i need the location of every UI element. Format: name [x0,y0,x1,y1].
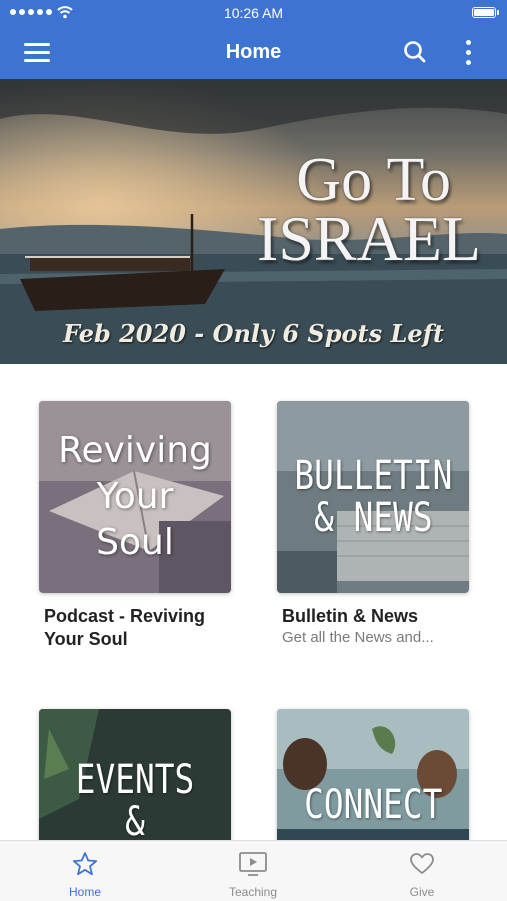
tile-bulletin-news[interactable]: BULLETIN & NEWS Bulletin & News Get all … [277,401,469,646]
tile-caption-line: Soul [96,522,174,564]
tab-teaching[interactable]: Teaching [193,841,313,901]
status-time: 10:26 AM [223,5,284,21]
tile-caption-line: EVENTS [75,757,195,803]
tile-caption-line: Reviving [58,429,212,471]
banner-title-line1: Go To [296,146,451,214]
more-vertical-icon[interactable] [458,37,478,69]
banner-title: Go To ISRAEL [181,149,481,271]
status-bar: 10:26 AM [0,0,507,26]
navigation-bar: Home [0,26,507,79]
tile-image: Reviving Your Soul [39,401,231,593]
heart-icon [410,853,434,874]
tv-play-icon [239,852,267,876]
tab-give[interactable]: Give [362,841,482,901]
tile-caption-line: BULLETIN [294,453,452,499]
tile-caption-line: CONNECT [303,782,443,828]
tile-image-caption: Reviving Your Soul [39,401,231,593]
header: 10:26 AM Home [0,0,507,79]
battery-icon [472,7,499,18]
tile-title: Bulletin & News [282,606,419,626]
tab-label: Home [68,885,101,899]
tile-caption-line: Your [96,475,174,517]
banner-subtitle: Feb 2020 - Only 6 Spots Left [62,319,445,348]
tab-bar: Home Teaching Give [0,840,507,901]
tile-title: Podcast - Reviving Your Soul [44,606,206,650]
tile-image-caption: BULLETIN & NEWS [277,401,469,593]
tile-caption-line: & NEWS [313,495,433,541]
tile-subtitle: Get all the News and... [282,629,434,647]
tab-home[interactable]: Home [25,841,145,901]
search-icon[interactable] [402,39,428,65]
israel-trip-banner[interactable]: Go To ISRAEL Feb 2020 - Only 6 Spots Lef… [0,79,507,364]
tab-label: Teaching [228,885,278,899]
tile-podcast[interactable]: Reviving Your Soul Podcast - Reviving Yo… [39,401,231,652]
star-icon [72,852,98,876]
page-title: Home [225,41,282,63]
banner-title-line2: ISRAEL [257,203,481,274]
tab-label: Give [409,885,435,899]
tile-image: BULLETIN & NEWS [277,401,469,593]
